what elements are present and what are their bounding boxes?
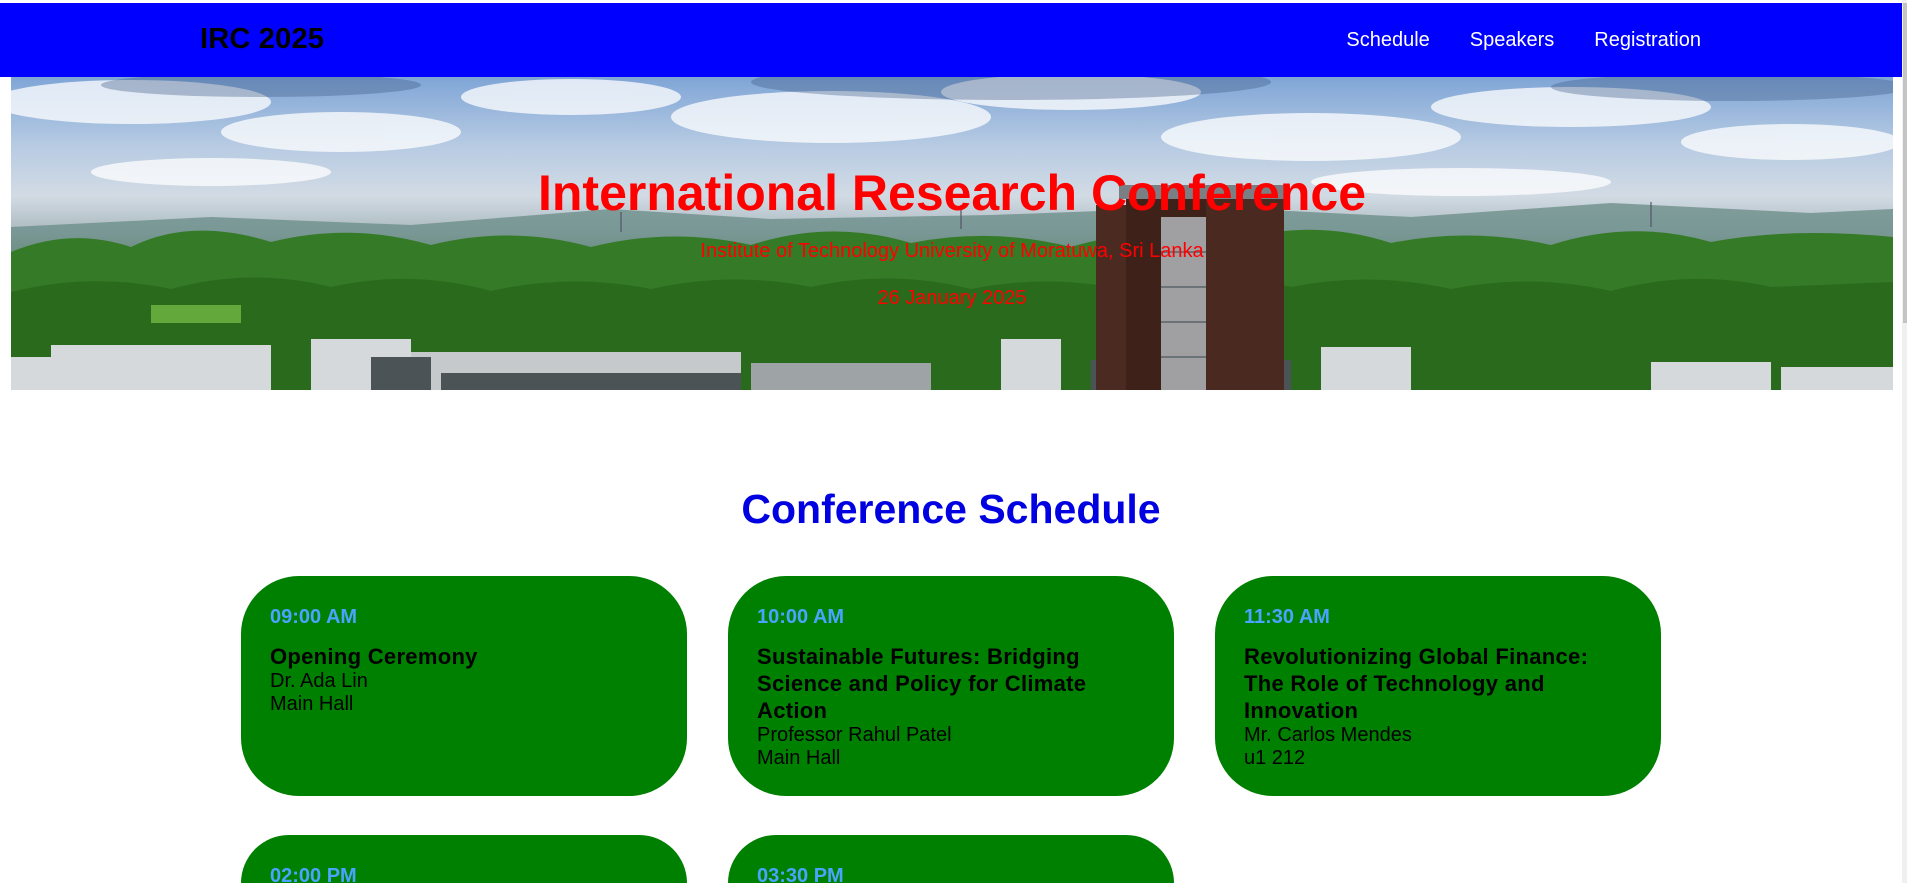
session-speaker: Dr. Ada Lin	[270, 670, 368, 692]
page-scrollbar[interactable]	[1902, 0, 1907, 883]
page: IRC 2025 Schedule Speakers Registration	[0, 0, 1907, 883]
session-room: Main Hall	[270, 693, 354, 715]
nav-link-speakers[interactable]: Speakers	[1470, 29, 1555, 52]
session-card[interactable]: 11:30 AM Revolutionizing Global Finance:…	[1215, 576, 1661, 796]
nav-link-registration[interactable]: Registration	[1594, 29, 1701, 52]
site-brand[interactable]: IRC 2025	[200, 23, 324, 56]
hero-title: International Research Conference	[537, 165, 1367, 221]
session-time: 10:00 AM	[757, 606, 845, 628]
session-card[interactable]: 10:00 AM Sustainable Futures: Bridging S…	[728, 576, 1174, 796]
session-time: 09:00 AM	[270, 606, 358, 628]
session-title: Revolutionizing Global Finance: The Role…	[1244, 644, 1589, 723]
scrollbar-thumb[interactable]	[1903, 3, 1907, 323]
nav-links: Schedule Speakers Registration	[1346, 29, 1701, 52]
session-title: Opening Ceremony	[270, 644, 478, 669]
session-card[interactable]: 09:00 AM Opening Ceremony Dr. Ada Lin Ma…	[241, 576, 687, 796]
session-title: Sustainable Futures: Bridging Science an…	[757, 644, 1087, 723]
session-time: 02:00 PM	[270, 865, 357, 883]
top-navbar: IRC 2025 Schedule Speakers Registration	[0, 3, 1902, 77]
session-room: Main Hall	[757, 747, 841, 769]
session-speaker: Mr. Carlos Mendes	[1244, 724, 1412, 746]
hero-banner: International Research Conference Instit…	[11, 77, 1893, 390]
session-time: 11:30 AM	[1244, 606, 1330, 628]
session-speaker: Professor Rahul Patel	[757, 724, 952, 746]
nav-link-schedule[interactable]: Schedule	[1346, 29, 1429, 52]
campus-panorama-image	[11, 77, 1893, 390]
session-card[interactable]: 03:30 PM	[728, 835, 1174, 883]
session-room: u1 212	[1244, 747, 1306, 769]
schedule-heading: Conference Schedule	[741, 486, 1161, 532]
session-time: 03:30 PM	[757, 865, 844, 883]
hero-date: 26 January 2025	[877, 287, 1027, 309]
session-card[interactable]: 02:00 PM	[241, 835, 687, 883]
hero-subtitle: Institute of Technology University of Mo…	[700, 240, 1204, 262]
